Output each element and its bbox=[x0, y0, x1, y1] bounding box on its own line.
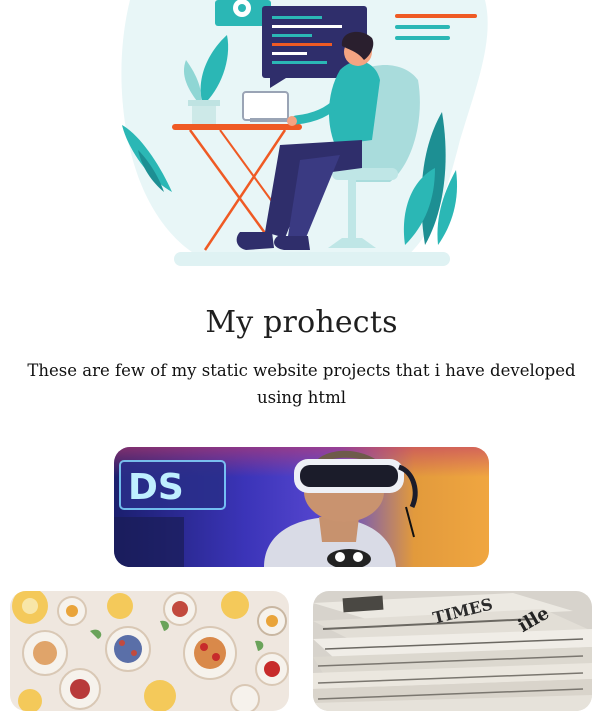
page-title: My prohects bbox=[205, 305, 398, 340]
food-table-photo bbox=[10, 591, 289, 711]
page-subtitle: These are few of my static website proje… bbox=[27, 361, 576, 407]
project-card-vr[interactable]: DS bbox=[114, 447, 489, 567]
svg-text:DS: DS bbox=[128, 467, 184, 508]
vr-headset-photo: DS bbox=[114, 447, 489, 567]
hero-illustration bbox=[100, 0, 500, 275]
project-card-food[interactable] bbox=[10, 591, 289, 711]
project-card-news[interactable]: TIMES ille bbox=[313, 591, 592, 711]
newspaper-stack-photo: TIMES ille bbox=[313, 591, 592, 711]
